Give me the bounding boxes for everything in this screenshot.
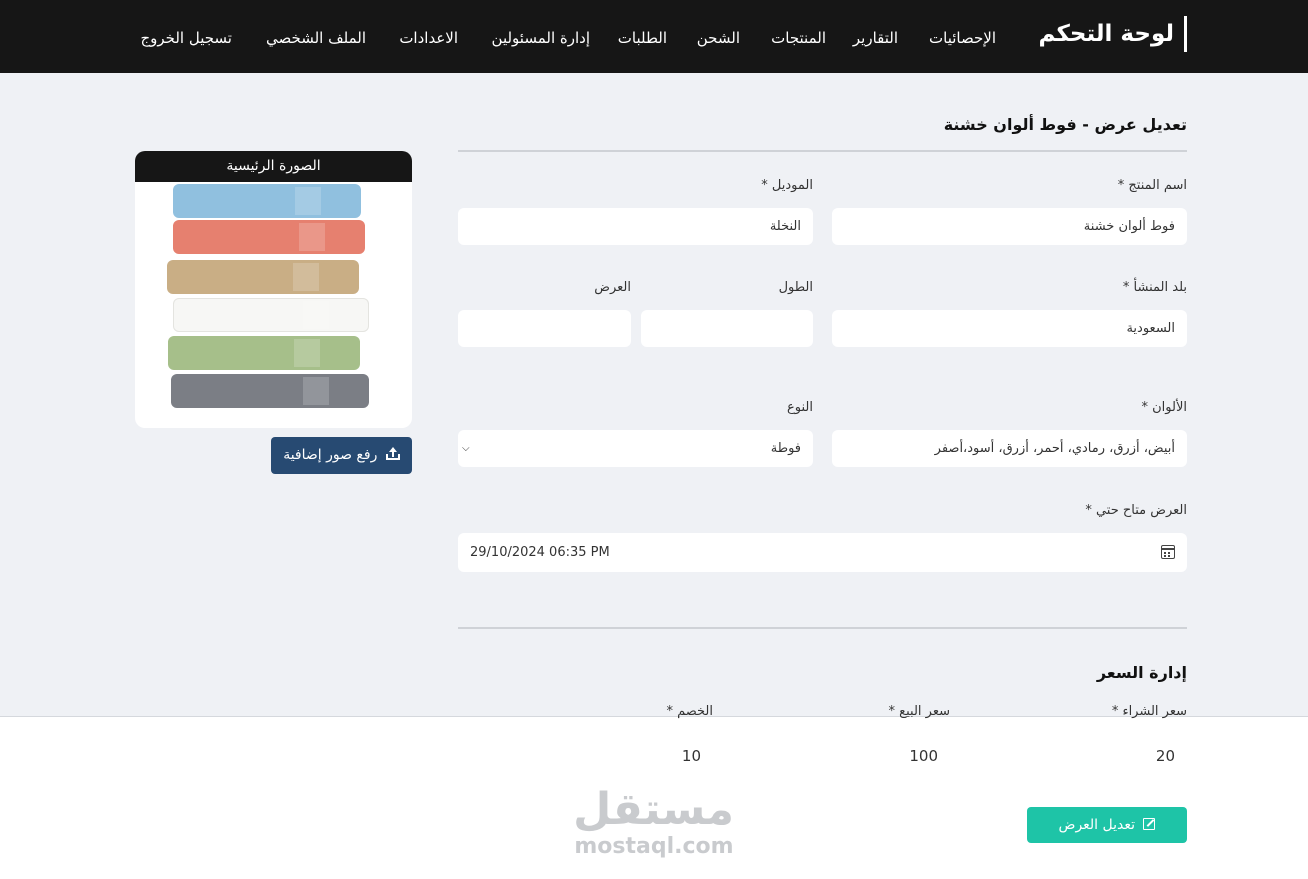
towel-stripe <box>173 184 361 218</box>
towel-stripe <box>168 336 360 370</box>
type-label: النوع <box>787 400 813 415</box>
origin-input[interactable]: السعودية <box>832 310 1187 347</box>
product-name-label: اسم المنتج * <box>1117 178 1187 193</box>
sale-price-label: سعر البيع * <box>888 704 950 719</box>
nav-stats[interactable]: الإحصائيات <box>929 26 996 50</box>
purchase-price-label: سعر الشراء * <box>1111 704 1187 719</box>
width-label: العرض <box>594 280 631 295</box>
divider <box>458 150 1187 152</box>
width-input[interactable] <box>458 310 631 347</box>
divider <box>458 627 1187 629</box>
towel-stripe <box>173 298 369 332</box>
available-until-value: 29/10/2024 06:35 PM <box>470 545 610 560</box>
watermark-logo-ar: مستقل <box>573 784 734 835</box>
form-title: تعديل عرض - فوط ألوان خشنة <box>943 115 1187 134</box>
model-label: الموديل * <box>761 178 813 193</box>
discount-input[interactable]: 10 <box>494 734 713 779</box>
type-select[interactable]: فوطة ⌵ <box>458 430 813 467</box>
edit-icon <box>1143 818 1156 830</box>
origin-label: بلد المنشأ * <box>1122 280 1187 295</box>
product-image[interactable] <box>135 182 412 428</box>
towel-stripe <box>173 220 365 254</box>
length-input[interactable] <box>641 310 813 347</box>
nav-products[interactable]: المنتجات <box>771 26 826 50</box>
nav-logout[interactable]: تسجيل الخروج <box>140 26 232 50</box>
available-until-input[interactable]: 29/10/2024 06:35 PM <box>458 533 1187 572</box>
watermark-logo-en: mostaql.com <box>574 834 734 859</box>
product-name-input[interactable]: فوط ألوان خشنة <box>832 208 1187 245</box>
watermark: مستقل mostaql.com <box>573 784 734 859</box>
towel-stripe <box>171 374 369 408</box>
edit-offer-button[interactable]: تعديل العرض <box>1027 807 1187 843</box>
model-input[interactable]: النخلة <box>458 208 813 245</box>
main-nav: الإحصائيات التقارير المنتجات الشحن الطلب… <box>0 26 1308 50</box>
type-select-value: فوطة <box>770 441 801 456</box>
nav-reports[interactable]: التقارير <box>853 26 898 50</box>
nav-admins[interactable]: إدارة المسئولين <box>492 26 590 50</box>
nav-profile[interactable]: الملف الشخصي <box>266 26 366 50</box>
purchase-price-input[interactable]: 20 <box>968 734 1187 779</box>
available-until-label: العرض متاح حتي * <box>1085 503 1187 518</box>
chevron-down-icon: ⌵ <box>462 443 470 454</box>
sale-price-input[interactable]: 100 <box>731 734 950 779</box>
nav-orders[interactable]: الطلبات <box>618 26 667 50</box>
towel-stripe <box>167 260 359 294</box>
colors-input[interactable]: أبيض، أزرق، رمادي، أحمر، أزرق، أسود،أصفر <box>832 430 1187 467</box>
upload-icon <box>385 447 400 460</box>
length-label: الطول <box>778 280 813 295</box>
upload-images-label: رفع صور إضافية <box>283 447 378 463</box>
nav-settings[interactable]: الاعدادات <box>399 26 458 50</box>
main-image-title: الصورة الرئيسية <box>135 151 412 182</box>
discount-label: الخصم * <box>666 704 713 719</box>
top-navbar: لوحة التحكم الإحصائيات التقارير المنتجات… <box>0 0 1308 73</box>
upload-images-button[interactable]: رفع صور إضافية <box>271 437 412 474</box>
edit-offer-label: تعديل العرض <box>1058 817 1136 833</box>
colors-label: الألوان * <box>1141 400 1188 415</box>
nav-shipping[interactable]: الشحن <box>697 26 740 50</box>
calendar-icon[interactable] <box>1161 545 1175 559</box>
main-image-card: الصورة الرئيسية <box>135 151 412 428</box>
pricing-title: إدارة السعر <box>1096 663 1187 682</box>
